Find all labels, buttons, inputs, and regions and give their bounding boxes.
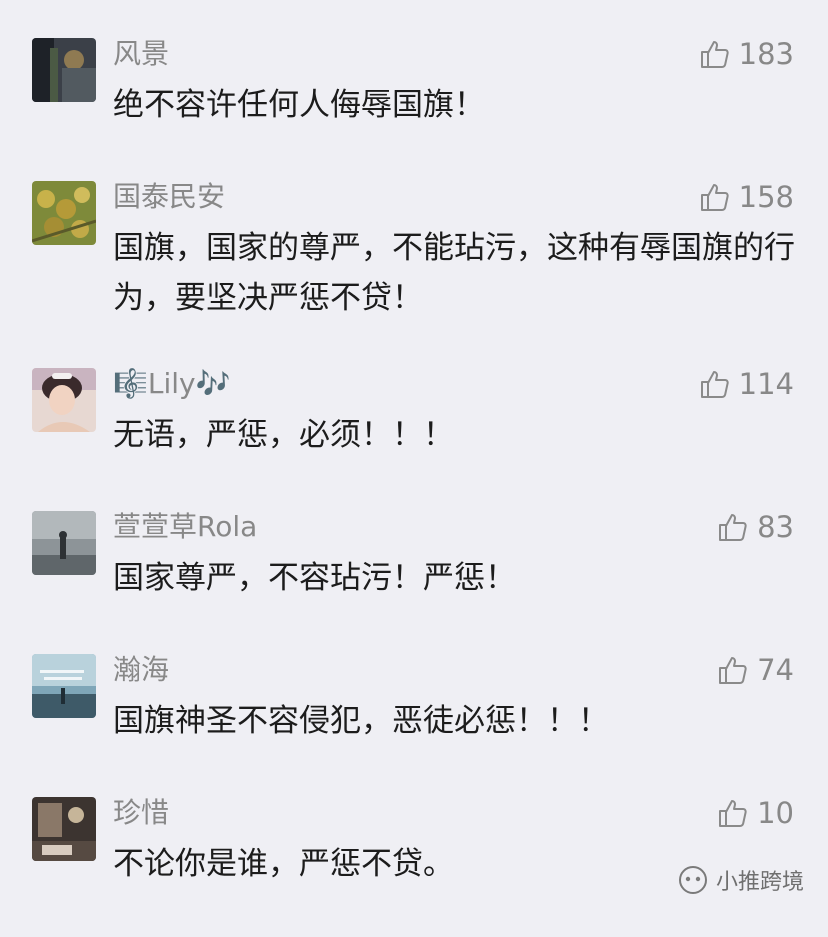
comment-text: 无语，严惩，必须！！！ [113, 417, 454, 453]
like-button[interactable]: 10 [717, 793, 794, 833]
like-button[interactable]: 158 [699, 177, 794, 217]
commenter-name[interactable]: 风景 [113, 34, 169, 74]
watermark-label: 小推跨境 [715, 870, 804, 895]
comment-item: 瀚海 74 国旗神圣不容侵犯，恶徒必惩！！！ [0, 653, 828, 794]
thumbs-up-icon [699, 368, 731, 400]
comment-text: 绝不容许任何人侮辱国旗！ [113, 87, 485, 123]
comment-item: 国泰民安 158 国旗，国家的尊严，不能玷污，这种有辱国旗的行为，要坚决严惩不贷… [0, 180, 828, 321]
like-count: 114 [738, 367, 794, 401]
wechat-channel-icon [678, 865, 708, 895]
commenter-name[interactable]: 国泰民安 [113, 177, 225, 217]
like-count: 183 [738, 37, 794, 71]
like-button[interactable]: 183 [699, 34, 794, 74]
thumbs-up-icon [699, 38, 731, 70]
avatar[interactable] [32, 797, 96, 861]
avatar[interactable] [32, 38, 96, 102]
comment-text: 国家尊严，不容玷污！严惩！ [113, 560, 516, 596]
avatar[interactable] [32, 654, 96, 718]
like-count: 10 [757, 796, 794, 830]
like-button[interactable]: 114 [699, 364, 794, 404]
comment-text: 国旗，国家的尊严，不能玷污，这种有辱国旗的行为，要坚决严惩不贷！ [113, 230, 795, 316]
thumbs-up-icon [717, 511, 749, 543]
commenter-name[interactable]: 珍惜 [113, 793, 169, 833]
thumbs-up-icon [699, 181, 731, 213]
like-button[interactable]: 74 [717, 650, 794, 690]
avatar[interactable] [32, 368, 96, 432]
comment-item: 风景 183 绝不容许任何人侮辱国旗！ [0, 37, 828, 178]
avatar[interactable] [32, 511, 96, 575]
like-button[interactable]: 83 [717, 507, 794, 547]
like-count: 158 [738, 180, 794, 214]
like-count: 83 [757, 510, 794, 544]
commenter-name[interactable]: 🎼Lily🎶 [113, 364, 230, 404]
comment-text: 国旗神圣不容侵犯，恶徒必惩！！！ [113, 703, 609, 739]
like-count: 74 [757, 653, 794, 687]
watermark: 小推跨境 [678, 864, 804, 896]
commenter-name[interactable]: 瀚海 [113, 650, 169, 690]
comment-item: 🎼Lily🎶 114 无语，严惩，必须！！！ [0, 367, 828, 508]
thumbs-up-icon [717, 797, 749, 829]
avatar[interactable] [32, 181, 96, 245]
thumbs-up-icon [717, 654, 749, 686]
comment-item: 萱萱草Rola 83 国家尊严，不容玷污！严惩！ [0, 510, 828, 651]
commenter-name[interactable]: 萱萱草Rola [113, 507, 257, 547]
